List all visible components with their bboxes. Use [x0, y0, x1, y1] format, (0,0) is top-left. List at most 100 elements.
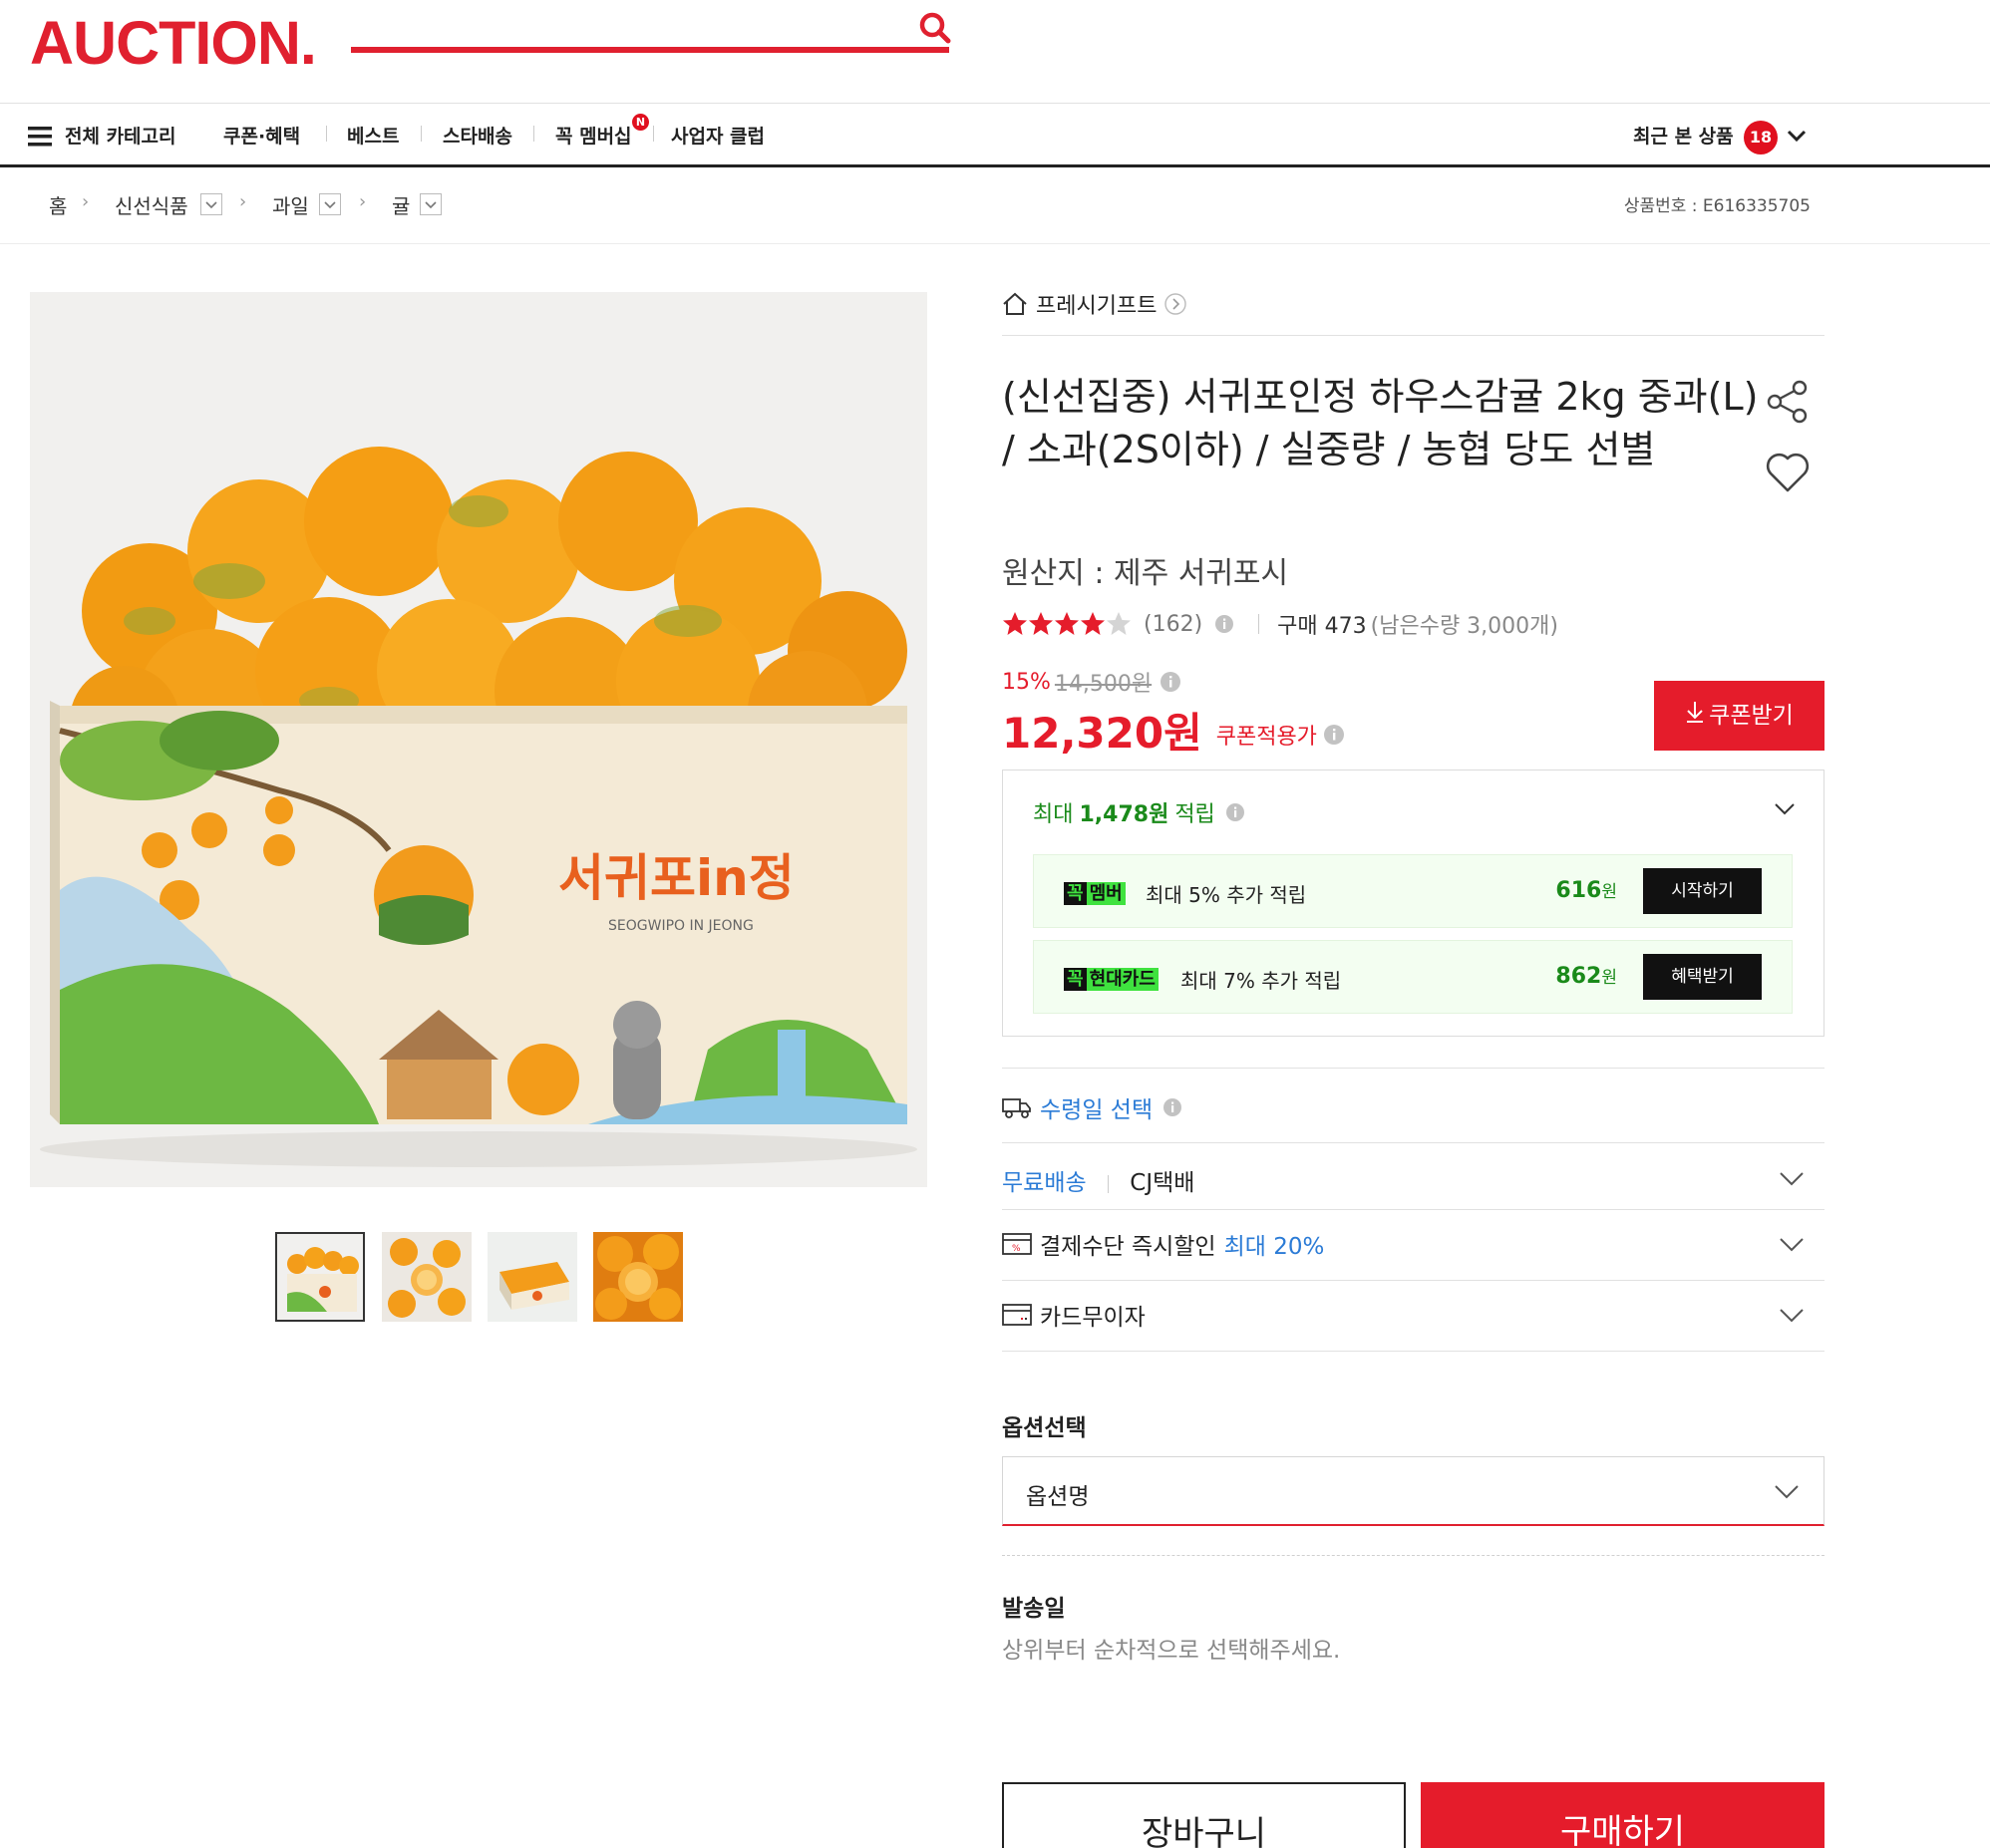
chevron-right-icon: ›: [239, 191, 247, 212]
get-coupon-button[interactable]: 쿠폰받기: [1654, 681, 1824, 751]
breadcrumb-fresh-food[interactable]: 신선식품: [115, 190, 188, 219]
chevron-right-icon: ›: [82, 191, 90, 212]
breadcrumb-home[interactable]: 홈: [49, 190, 67, 219]
divider: [1002, 335, 1824, 336]
breadcrumb-fruit[interactable]: 과일: [272, 190, 309, 219]
divider: [326, 126, 327, 142]
promo-membership: 꼭 멤버 최대 5% 추가 적립 616원 시작하기: [1033, 854, 1793, 928]
discount-card-icon: %: [1002, 1232, 1032, 1256]
thumbnail-2[interactable]: [382, 1232, 472, 1322]
new-badge: N: [632, 114, 649, 131]
free-shipping-label: 무료배송: [1002, 1170, 1087, 1196]
divider: [1002, 1555, 1824, 1556]
heart-icon[interactable]: [1765, 451, 1811, 494]
remaining-stock: (남은수량 3,000개): [1370, 614, 1558, 639]
promo-text: 최대 7% 추가 적립: [1180, 969, 1342, 993]
price-block: 15% 14,500원 12,320원 쿠폰적용가: [1002, 666, 1345, 761]
membership-badge: 꼭 멤버: [1064, 879, 1126, 905]
product-main-image[interactable]: 서귀포in정 SEOGWIPO IN JEONG: [30, 292, 927, 1187]
svg-text:서귀포in정: 서귀포in정: [558, 849, 795, 907]
installment-label: 카드무이자: [1040, 1305, 1146, 1331]
info-icon[interactable]: [1323, 724, 1345, 746]
payment-discount-row[interactable]: % 결제수단 즉시할인 최대 20%: [1002, 1229, 1824, 1260]
get-benefit-button[interactable]: 혜택받기: [1643, 954, 1762, 1000]
search-input[interactable]: [351, 47, 949, 53]
breadcrumb: 홈 › 신선식품 › 과일 › 귤 상품번호 : E616335705: [0, 171, 1990, 244]
max-points-row[interactable]: 최대 1,478원 적립: [1033, 796, 1245, 828]
add-to-cart-button[interactable]: 장바구니: [1002, 1782, 1406, 1848]
chevron-down-icon[interactable]: [1779, 1237, 1805, 1253]
thumbnail-4[interactable]: [593, 1232, 683, 1322]
chevron-down-icon[interactable]: [420, 193, 442, 215]
origin-text: 원산지 : 제주 서귀포시: [1002, 556, 1289, 591]
thumbnail-3[interactable]: [488, 1232, 577, 1322]
hyundai-card-badge: 꼭 현대카드: [1064, 965, 1159, 991]
installment-row[interactable]: 카드무이자: [1002, 1300, 1824, 1331]
search-icon[interactable]: [915, 8, 955, 48]
divider: [1002, 1142, 1824, 1143]
option-placeholder: 옵션명: [1026, 1484, 1090, 1510]
thumbnail-1[interactable]: [275, 1232, 365, 1322]
points-panel: 최대 1,478원 적립 꼭 멤버 최대 5% 추가 적립 616원 시작하기 꼭…: [1002, 770, 1824, 1037]
purchase-count: 구매 473: [1277, 614, 1367, 639]
promo-hyundai-card: 꼭 현대카드 최대 7% 추가 적립 862원 혜택받기: [1033, 940, 1793, 1014]
svg-text:SEOGWIPO IN JEONG: SEOGWIPO IN JEONG: [608, 918, 754, 934]
chevron-down-icon[interactable]: [319, 193, 341, 215]
hamburger-icon[interactable]: [28, 126, 54, 148]
nav-membership[interactable]: 꼭 멤버십: [555, 122, 632, 149]
chevron-right-icon: [1164, 293, 1187, 315]
promo-amount: 616원: [1555, 878, 1617, 903]
divider: [653, 126, 654, 142]
truck-icon: [1002, 1095, 1032, 1119]
store-link[interactable]: 프레시기프트: [1002, 288, 1187, 320]
discount-rate: 15%: [1002, 669, 1051, 695]
divider: [1258, 614, 1260, 634]
card-icon: [1002, 1303, 1032, 1327]
delivery-date-select[interactable]: 수령일 선택: [1002, 1090, 1824, 1124]
chevron-down-icon[interactable]: [1774, 802, 1796, 816]
nav-best[interactable]: 베스트: [347, 122, 399, 149]
divider: [1002, 1351, 1824, 1352]
info-icon[interactable]: [1214, 614, 1234, 634]
promo-text: 최대 5% 추가 적립: [1146, 883, 1307, 907]
chevron-down-icon[interactable]: [1779, 1171, 1805, 1187]
home-icon: [1002, 292, 1028, 316]
get-coupon-label: 쿠폰받기: [1709, 703, 1794, 729]
original-price: 14,500원: [1054, 672, 1153, 697]
svg-text:%: %: [1012, 1244, 1021, 1254]
nav-coupon-benefits[interactable]: 쿠폰·혜택: [223, 122, 300, 149]
points-suffix: 적립: [1174, 802, 1215, 827]
divider: [1107, 1174, 1109, 1193]
buy-now-button[interactable]: 구매하기: [1421, 1782, 1824, 1848]
info-icon[interactable]: [1160, 671, 1181, 693]
share-icon[interactable]: [1765, 379, 1811, 425]
chevron-down-icon[interactable]: [200, 193, 222, 215]
ship-date-label: 발송일: [1002, 1596, 1066, 1622]
chevron-down-icon[interactable]: [1779, 1308, 1805, 1324]
breadcrumb-tangerine[interactable]: 귤: [392, 190, 410, 219]
review-count[interactable]: (162): [1144, 612, 1202, 637]
item-number: 상품번호 : E616335705: [1623, 196, 1811, 216]
store-name[interactable]: 프레시기프트: [1036, 288, 1157, 320]
auction-logo[interactable]: AUCTION.: [30, 8, 317, 78]
option-dropdown[interactable]: 옵션명: [1002, 1456, 1824, 1526]
info-icon[interactable]: [1162, 1097, 1182, 1117]
info-icon[interactable]: [1225, 802, 1245, 822]
divider: [1002, 1068, 1824, 1069]
ship-date-desc: 상위부터 순차적으로 선택해주세요.: [1002, 1638, 1341, 1664]
recent-viewed-label[interactable]: 최근 본 상품: [1633, 122, 1734, 149]
shipping-method-row[interactable]: 무료배송 CJ택배: [1002, 1163, 1824, 1196]
product-title: (신선집중) 서귀포인정 하우스감귤 2kg 중과(L) / 소과(2S이하) …: [1002, 375, 1759, 471]
recent-count-badge: 18: [1744, 121, 1778, 154]
courier-label: CJ택배: [1130, 1170, 1195, 1196]
rating-stars[interactable]: [1002, 611, 1134, 637]
divider: [1002, 1280, 1824, 1281]
download-icon: [1685, 682, 1705, 752]
coupon-price-label: 쿠폰적용가: [1215, 724, 1317, 750]
nav-star-delivery[interactable]: 스타배송: [443, 122, 512, 149]
start-membership-button[interactable]: 시작하기: [1643, 868, 1762, 914]
nav-business-club[interactable]: 사업자 클럽: [671, 122, 765, 149]
delivery-date-label[interactable]: 수령일 선택: [1040, 1090, 1153, 1124]
nav-all-categories[interactable]: 전체 카테고리: [65, 122, 176, 149]
chevron-down-icon[interactable]: [1787, 129, 1807, 143]
